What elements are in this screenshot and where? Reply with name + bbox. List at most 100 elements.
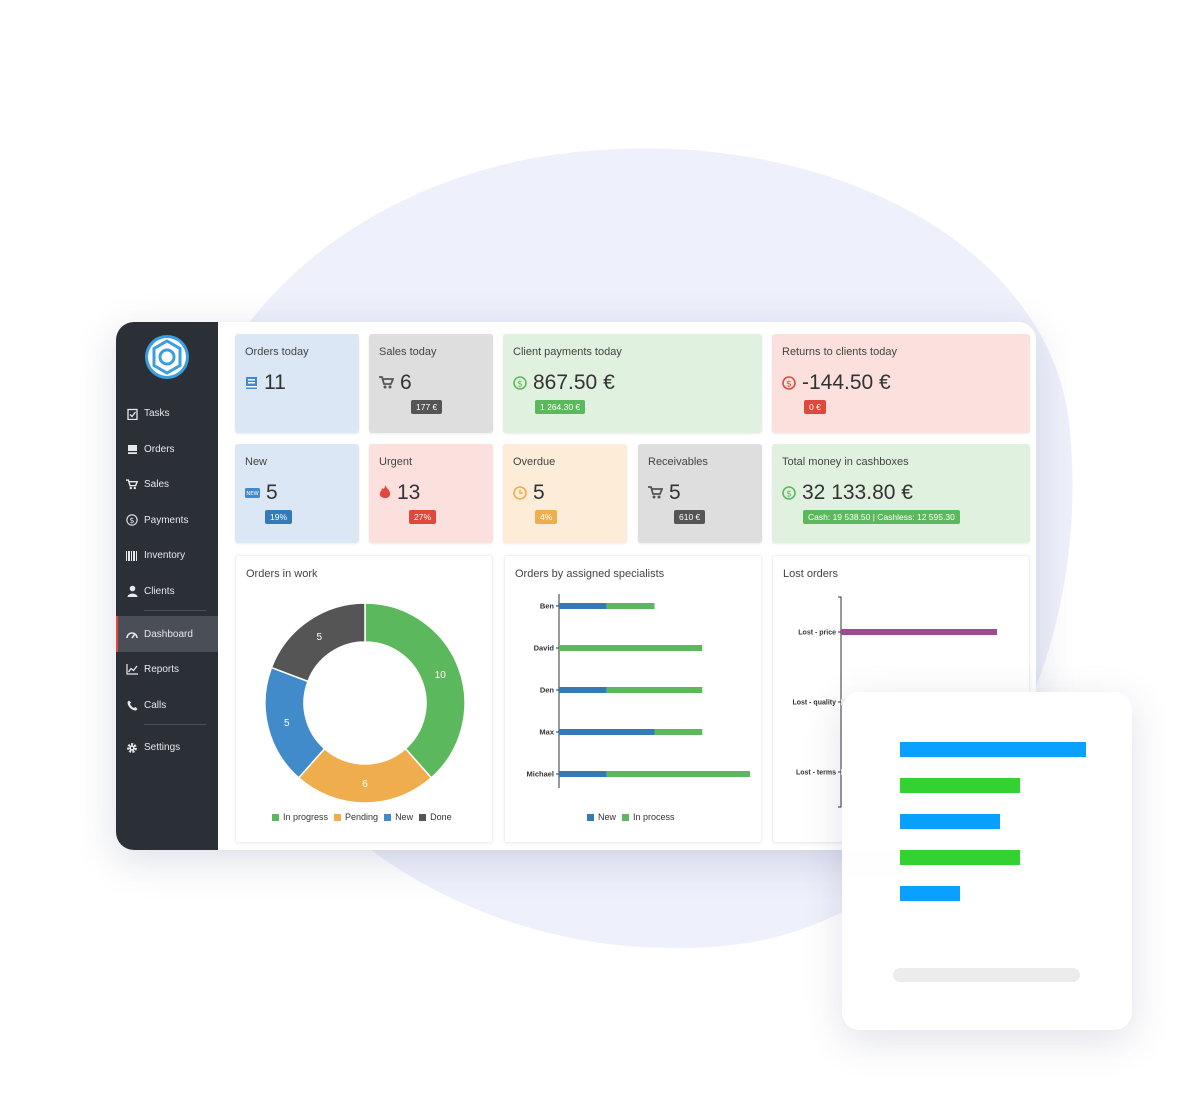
sidebar-item-inventory[interactable]: Inventory (116, 538, 218, 574)
card-urgent[interactable]: Urgent 13 27% (369, 444, 493, 543)
legend-item[interactable]: Pending (334, 812, 378, 822)
sidebar-item-label: Settings (144, 742, 181, 754)
card-label: Client payments today (513, 346, 622, 358)
sidebar-item-payments[interactable]: $ Payments (116, 503, 218, 539)
card-label: Receivables (648, 456, 708, 468)
inbox-icon (126, 443, 138, 455)
card-badge: 27% (409, 510, 437, 524)
sidebar-item-reports[interactable]: Reports (116, 652, 218, 688)
clock-icon (513, 485, 527, 500)
card-value: 11 (264, 371, 286, 394)
card-label: Urgent (379, 456, 413, 468)
sidebar-item-label: Payments (144, 514, 189, 526)
card-new[interactable]: New NEW 5 19% (235, 444, 359, 543)
legend-item[interactable]: In process (622, 812, 675, 822)
bar-in-process-max[interactable] (654, 729, 703, 735)
legend-swatch (587, 813, 594, 821)
legend-item[interactable]: New (384, 812, 413, 822)
legend-item[interactable]: Done (419, 812, 452, 822)
card-badge: 177 € (411, 400, 443, 414)
bar-in-process-ben[interactable] (606, 603, 655, 609)
card-sales-today[interactable]: Sales today 6 177 € (369, 334, 493, 433)
bar-in-process-michael[interactable] (606, 771, 750, 777)
cart-icon (648, 486, 663, 499)
legend-swatch (334, 813, 342, 821)
svg-text:$: $ (786, 379, 792, 389)
y-tick-label: Den (540, 686, 555, 695)
card-orders-today[interactable]: Orders today 11 (235, 334, 359, 433)
card-badge: 610 € (674, 510, 706, 524)
donut-legend: In progress Pending New Done (272, 812, 458, 822)
donut-slice-label: 10 (435, 670, 447, 681)
y-tick-label: Ben (540, 602, 555, 611)
y-tick-label: Lost - terms (796, 770, 836, 777)
legend-label: New (395, 812, 414, 822)
card-label: Orders today (245, 346, 309, 358)
card-returns[interactable]: Returns to clients today $ -144.50 € 0 € (772, 334, 1030, 433)
card-client-payments[interactable]: Client payments today $ 867.50 € 1 264.3… (503, 334, 762, 433)
card-value: 5 (266, 481, 278, 504)
svg-text:$: $ (517, 379, 523, 389)
card-overdue[interactable]: Overdue 5 4% (503, 444, 627, 543)
bar-lost-price[interactable] (841, 629, 997, 635)
sidebar-item-clients[interactable]: Clients (116, 574, 218, 610)
legend-swatch (419, 813, 427, 821)
card-badge: 0 € (804, 400, 826, 414)
bar-new-ben[interactable] (559, 603, 607, 609)
sidebar-item-label: Inventory (144, 550, 186, 562)
legend-label: New (598, 812, 617, 822)
specialists-legend: New In process (587, 812, 681, 822)
card-value: 32 133.80 € (802, 481, 913, 504)
overlay-bar (900, 850, 1020, 865)
sidebar-item-tasks[interactable]: Tasks (116, 396, 218, 432)
cart-icon (379, 376, 394, 389)
overlay-card (842, 692, 1132, 1030)
card-badge: 1 264.30 € (535, 400, 586, 414)
card-label: Overdue (513, 456, 556, 468)
nav-separator (144, 724, 206, 725)
bar-new-michael[interactable] (559, 771, 607, 777)
svg-text:$: $ (130, 516, 135, 525)
legend-item[interactable]: In progress (272, 812, 328, 822)
user-icon (126, 585, 138, 598)
sidebar-item-label: Dashboard (144, 628, 193, 640)
card-badge: 4% (535, 510, 558, 524)
cart-icon (126, 479, 138, 491)
barcode-icon (126, 550, 138, 562)
overlay-scrollbar[interactable] (893, 968, 1080, 982)
bar-in-process-david[interactable] (559, 645, 703, 651)
card-value: 867.50 € (533, 371, 615, 394)
sidebar-item-settings[interactable]: Settings (116, 730, 218, 766)
card-value: 5 (669, 481, 681, 504)
legend-swatch (384, 813, 392, 821)
y-tick-label: Lost - quality (792, 700, 836, 707)
fire-icon (379, 485, 391, 498)
bar-new-den[interactable] (559, 687, 607, 693)
legend-item[interactable]: New (587, 812, 616, 822)
card-label: Returns to clients today (782, 346, 897, 358)
donut-slice-pending[interactable] (297, 747, 433, 804)
sidebar-item-sales[interactable]: Sales (116, 467, 218, 503)
sidebar-item-label: Orders (144, 443, 175, 455)
donut-chart: 10 6 5 5 (264, 602, 466, 804)
sidebar-item-calls[interactable]: Calls (116, 688, 218, 724)
svg-text:$: $ (786, 489, 792, 499)
card-badge: Cash: 19 538.50 | Cashless: 12 595.30 (803, 510, 960, 524)
y-tick-label: Lost - price (798, 630, 836, 637)
dollar-circle-icon: $ (782, 485, 796, 500)
donut-slice-in-progress[interactable] (364, 602, 466, 779)
donut-slice-label: 5 (316, 632, 322, 643)
panel-title: Lost orders (783, 568, 839, 580)
logo-icon (145, 335, 189, 379)
overlay-bar (900, 742, 1086, 757)
legend-label: In progress (283, 812, 329, 822)
y-tick-label: Michael (526, 770, 554, 779)
overlay-bar (900, 778, 1020, 793)
legend-label: Pending (345, 812, 379, 822)
bar-in-process-den[interactable] (606, 687, 703, 693)
card-receivables[interactable]: Receivables 5 610 € (638, 444, 762, 543)
card-cashboxes[interactable]: Total money in cashboxes $ 32 133.80 € C… (772, 444, 1030, 543)
bar-new-max[interactable] (559, 729, 655, 735)
sidebar-item-dashboard[interactable]: Dashboard (116, 616, 218, 652)
sidebar-item-orders[interactable]: Orders (116, 432, 218, 468)
